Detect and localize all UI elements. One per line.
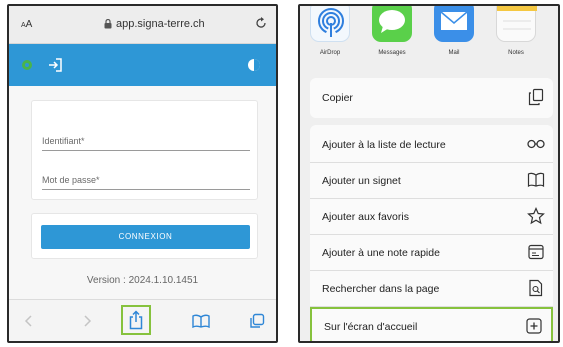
lock-icon [104, 19, 112, 29]
text-size-button[interactable]: AA [21, 19, 32, 30]
menu-item-label: Rechercher dans la page [322, 283, 440, 295]
back-button[interactable] [17, 309, 41, 333]
reload-icon[interactable] [254, 16, 268, 30]
menu-item-find-in-page[interactable]: Rechercher dans la page [310, 271, 553, 307]
menu-item-copier[interactable]: Copier [310, 80, 553, 116]
actions-group: Ajouter à la liste de lecture Ajouter un… [310, 125, 553, 341]
menu-item-add-bookmark[interactable]: Ajouter un signet [310, 163, 553, 199]
share-button[interactable] [121, 305, 151, 335]
login-card: Identifiant* Mot de passe* [31, 100, 258, 200]
status-gear-icon [22, 60, 32, 70]
copy-icon [528, 88, 544, 106]
quick-note-icon [528, 244, 544, 260]
menu-item-label: Ajouter un signet [322, 175, 401, 187]
notes-icon [497, 6, 537, 30]
glasses-icon [527, 139, 545, 149]
messages-label: Messages [378, 50, 406, 56]
url-text[interactable]: app.signa-terre.ch [116, 18, 205, 30]
menu-item-add-to-home-screen[interactable]: Sur l'écran d'accueil [310, 307, 553, 341]
notes-app[interactable] [496, 6, 537, 42]
mail-app[interactable] [434, 6, 474, 42]
menu-item-quick-note[interactable]: Ajouter à une note rapide [310, 235, 553, 271]
bookmarks-icon [192, 314, 210, 328]
menu-item-label: Copier [322, 92, 353, 104]
back-icon [24, 315, 32, 327]
version-text: Version : 2024.1.10.1451 [86, 275, 199, 286]
add-to-home-icon [526, 318, 542, 334]
submit-card: CONNEXION [31, 213, 258, 259]
login-content: Identifiant* Mot de passe* CONNEXION Ver… [9, 86, 276, 299]
theme-toggle-icon[interactable] [246, 57, 262, 73]
messages-icon [379, 10, 405, 33]
menu-item-label: Sur l'écran d'accueil [324, 321, 418, 333]
bookmarks-button[interactable] [189, 309, 213, 333]
share-icon [129, 310, 143, 330]
address-bar[interactable]: AA app.signa-terre.ch [9, 6, 276, 44]
home-indicator [109, 342, 181, 343]
notes-label: Notes [508, 50, 524, 56]
tabs-button[interactable] [245, 309, 269, 333]
messages-app[interactable] [372, 6, 412, 42]
airdrop-app[interactable] [310, 6, 350, 42]
left-phone-screen: AA app.signa-terre.ch Identifiant* Mot d… [7, 4, 278, 343]
airdrop-icon [318, 8, 344, 37]
find-in-page-icon [529, 279, 543, 297]
app-header [9, 44, 276, 86]
copy-group: Copier [310, 78, 553, 118]
connexion-button[interactable]: CONNEXION [41, 225, 250, 249]
login-icon[interactable] [47, 57, 63, 73]
identifiant-field[interactable]: Identifiant* [42, 136, 250, 151]
share-apps-row: AirDrop Messages Mail Notes [300, 6, 558, 70]
menu-item-reading-list[interactable]: Ajouter à la liste de lecture [310, 127, 553, 163]
menu-item-label: Ajouter à une note rapide [322, 247, 440, 259]
book-icon [527, 172, 545, 188]
safari-toolbar [9, 299, 276, 341]
star-icon [527, 207, 545, 225]
menu-item-label: Ajouter aux favoris [322, 211, 409, 223]
mail-label: Mail [448, 50, 460, 56]
airdrop-label: AirDrop [319, 50, 341, 56]
tabs-icon [250, 313, 265, 328]
password-field[interactable]: Mot de passe* [42, 175, 250, 190]
forward-button[interactable] [75, 309, 99, 333]
right-phone-share-sheet: AirDrop Messages Mail Notes Copier Ajout… [298, 4, 560, 343]
forward-icon [84, 315, 92, 327]
menu-item-label: Ajouter à la liste de lecture [322, 139, 446, 151]
mail-icon [440, 11, 468, 30]
menu-item-add-favorites[interactable]: Ajouter aux favoris [310, 199, 553, 235]
